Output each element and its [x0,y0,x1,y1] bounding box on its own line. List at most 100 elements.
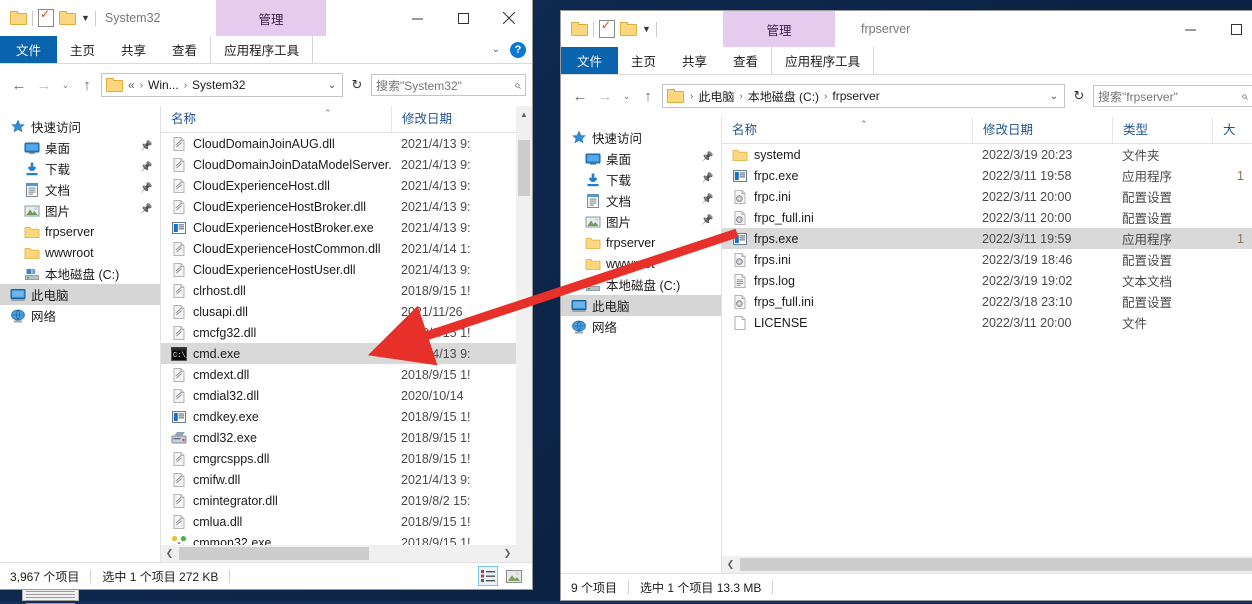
table-row[interactable]: cmcfg32.dll 2018/9/15 1! [161,322,532,343]
table-row[interactable]: frps.log 2022/3/19 19:02 文本文档 [722,270,1252,291]
search-icon[interactable]: ⌕ [514,78,521,93]
recent-locations-icon[interactable]: ⌄ [619,85,634,107]
refresh-icon[interactable]: ↻ [346,74,368,96]
sidebar-item-2[interactable]: 下载 📌 [0,158,160,179]
file-rows[interactable]: CloudDomainJoinAUG.dll 2021/4/13 9: CloudD… [161,133,532,545]
column-header-type[interactable]: 类型 [1112,117,1212,143]
scrollbar-thumb[interactable] [518,140,530,196]
table-row[interactable]: cmlua.dll 2018/9/15 1! [161,511,532,532]
quick-access-toolbar[interactable]: ▼ [561,18,657,38]
quick-access-toolbar[interactable]: ▼ System32 [0,7,161,27]
horizontal-scrollbar[interactable]: ❮ [722,556,1252,573]
close-icon[interactable] [486,0,532,36]
sidebar-item-4[interactable]: 图片 📌 [0,200,160,221]
contextual-tab-header[interactable]: 管理 [723,11,835,47]
scroll-up-arrow[interactable]: ▲ [516,106,532,123]
sidebar-item-8[interactable]: 此电脑 [0,284,160,305]
table-row[interactable]: cmdkey.exe 2018/9/15 1! [161,406,532,427]
table-row[interactable]: cmgrcspps.dll 2018/9/15 1! [161,448,532,469]
sidebar-item-3[interactable]: 文档 📌 [561,190,721,211]
pin-icon[interactable]: 📌 [140,183,152,195]
back-arrow-icon[interactable]: ← [569,85,591,107]
breadcrumb-overflow[interactable]: « [126,78,137,92]
table-row[interactable]: cmmon32.exe 2018/9/15 1! [161,532,532,545]
sidebar-item-9[interactable]: 网络 [561,316,721,337]
tab-share[interactable]: 共享 [669,47,720,74]
pin-icon[interactable]: 📌 [140,162,152,174]
file-rows[interactable]: systemd 2022/3/19 20:23 文件夹 frpc.exe 2022/3/… [722,144,1252,556]
tab-application-tools[interactable]: 应用程序工具 [210,36,314,63]
breadcrumb[interactable]: › 此电脑 › 本地磁盘 (C:) › frpserver ⌄ [662,84,1065,108]
help-icon[interactable]: ? [510,41,526,58]
maximize-icon[interactable] [440,0,486,36]
column-header-date[interactable]: 修改日期 [972,117,1112,143]
sidebar-item-7[interactable]: 本地磁盘 (C:) [561,274,721,295]
breadcrumb[interactable]: « › Win... › System32 ⌄ [101,73,343,97]
table-row[interactable]: frps.ini 2022/3/19 18:46 配置设置 [722,249,1252,270]
address-bar[interactable]: ← → ⌄ ↑ « › Win... › System32 ⌄ ↻ 搜索"Sys… [0,64,532,106]
scrollbar-thumb[interactable] [179,547,369,560]
sidebar-item-0[interactable]: 快速访问 [561,127,721,148]
chevron-down-icon[interactable]: ▼ [642,24,651,34]
breadcrumb-dropdown-icon[interactable]: ⌄ [322,80,342,91]
breadcrumb-windows[interactable]: Win... [146,78,181,92]
sidebar-item-5[interactable]: frpserver [0,221,160,242]
tab-share[interactable]: 共享 [108,36,159,63]
table-row[interactable]: C:\_ cmd.exe 2021/4/13 9: [161,343,532,364]
explorer-window-system32[interactable]: ▼ System32 管理 文件 主页 共享 查看 应用程序工具 ⌄ ? ← [0,0,533,590]
table-row[interactable]: systemd 2022/3/19 20:23 文件夹 [722,144,1252,165]
table-row[interactable]: CloudExperienceHostUser.dll 2021/4/13 9: [161,259,532,280]
navigation-pane[interactable]: 快速访问 桌面 📌 下载 📌 文档 📌 图片 📌 frpserver wwwroot 本地磁盘 (C:… [561,117,721,573]
tab-home[interactable]: 主页 [57,36,108,63]
view-mode-buttons[interactable] [478,566,524,586]
sidebar-item-6[interactable]: wwwroot [0,242,160,263]
ribbon-tabs[interactable]: 文件 主页 共享 查看 应用程序工具 [561,47,1252,75]
breadcrumb-system32[interactable]: System32 [190,78,247,92]
column-header-name[interactable]: 名称 [161,106,391,132]
tab-view[interactable]: 查看 [720,47,771,74]
up-arrow-icon[interactable]: ↑ [637,85,659,107]
sidebar-item-7[interactable]: 本地磁盘 (C:) [0,263,160,284]
search-input[interactable]: 搜索"frpserver" ⌕ [1093,85,1252,107]
table-row[interactable]: frps.exe 2022/3/11 19:59 应用程序 1 [722,228,1252,249]
explorer-window-frpserver[interactable]: ▼ 管理 frpserver 文件 主页 共享 查看 应用程序工具 ← → ⌄ … [560,10,1252,601]
minimize-icon[interactable] [1167,11,1213,47]
table-row[interactable]: frpc.exe 2022/3/11 19:58 应用程序 1 [722,165,1252,186]
table-row[interactable]: LICENSE 2022/3/11 20:00 文件 [722,312,1252,333]
vertical-scrollbar[interactable]: ▲ ▼ [516,106,532,562]
back-arrow-icon[interactable]: ← [8,74,30,96]
pin-icon[interactable]: 📌 [140,204,152,216]
table-row[interactable]: CloudExperienceHost.dll 2021/4/13 9: [161,175,532,196]
scrollbar-thumb[interactable] [740,558,1252,571]
column-headers[interactable]: 名称 修改日期 类型 大 ⌃ [722,117,1252,144]
table-row[interactable]: frps_full.ini 2022/3/18 23:10 配置设置 [722,291,1252,312]
maximize-icon[interactable] [1213,11,1252,47]
new-folder-icon[interactable] [620,22,637,36]
table-row[interactable]: CloudExperienceHostBroker.exe 2021/4/13 9… [161,217,532,238]
scroll-left-arrow[interactable]: ❮ [161,548,178,559]
folder-icon[interactable] [571,22,588,36]
sidebar-item-0[interactable]: 快速访问 [0,116,160,137]
pin-icon[interactable]: 📌 [701,152,713,164]
details-view-button[interactable] [478,566,498,586]
breadcrumb-local-disk[interactable]: 本地磁盘 (C:) [746,88,821,105]
sidebar-item-2[interactable]: 下载 📌 [561,169,721,190]
file-list-pane[interactable]: 名称 修改日期 ⌃ CloudDomainJoinAUG.dll 2021/4/1… [160,106,532,562]
scroll-left-arrow[interactable]: ❮ [722,559,739,570]
address-bar[interactable]: ← → ⌄ ↑ › 此电脑 › 本地磁盘 (C:) › frpserver ⌄ … [561,75,1252,117]
table-row[interactable]: frpc.ini 2022/3/11 20:00 配置设置 [722,186,1252,207]
sidebar-item-9[interactable]: 网络 [0,305,160,326]
table-row[interactable]: cmifw.dll 2021/4/13 9: [161,469,532,490]
properties-icon[interactable] [599,18,615,38]
pin-icon[interactable]: 📌 [701,173,713,185]
table-row[interactable]: cmdial32.dll 2020/10/14 [161,385,532,406]
pin-icon[interactable]: 📌 [140,141,152,153]
pin-icon[interactable]: 📌 [701,215,713,227]
table-row[interactable]: CloudDomainJoinDataModelServer.dll 2021/4… [161,154,532,175]
window-controls[interactable] [394,0,532,36]
search-input[interactable]: 搜索"System32" ⌕ [371,74,526,96]
table-row[interactable]: cmintegrator.dll 2019/8/2 15: [161,490,532,511]
ribbon-tabs[interactable]: 文件 主页 共享 查看 应用程序工具 ⌄ ? [0,36,532,64]
table-row[interactable]: cmdl32.exe 2018/9/15 1! [161,427,532,448]
breadcrumb-frpserver[interactable]: frpserver [830,89,881,103]
